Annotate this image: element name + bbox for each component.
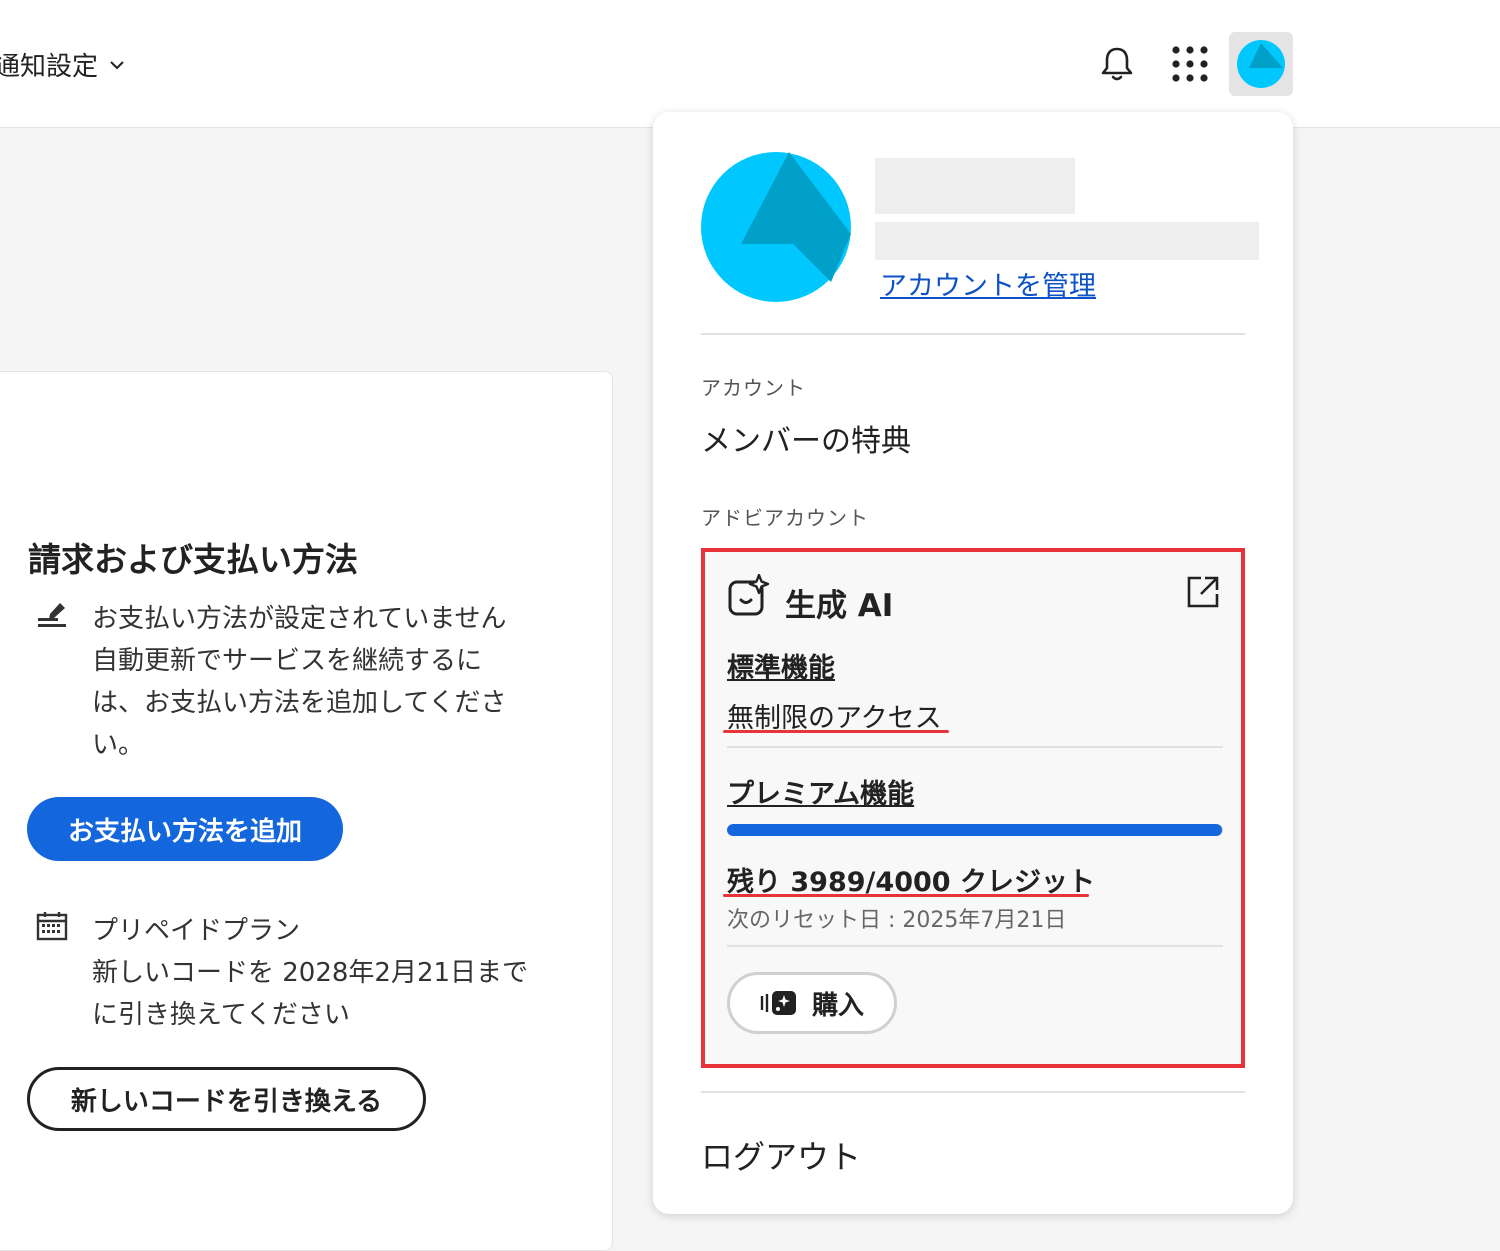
generative-ai-icon <box>728 574 770 616</box>
annotation-underline <box>723 894 1089 897</box>
redeem-code-button[interactable]: 新しいコードを引き換える <box>27 1067 426 1131</box>
profile-avatar-button[interactable] <box>1229 32 1293 96</box>
manage-account-link[interactable]: アカウントを管理 <box>880 264 1096 303</box>
generative-ai-title: 生成 AI <box>785 588 894 624</box>
annotation-underline <box>723 730 949 733</box>
notification-settings-label: 通知設定 <box>0 52 99 82</box>
top-bar: 通知設定 <box>0 0 1500 128</box>
user-email-placeholder <box>875 222 1259 260</box>
app-grid-icon[interactable] <box>1170 44 1210 84</box>
calendar-icon <box>36 912 68 941</box>
prepaid-line: に引き換えてください <box>92 1000 350 1030</box>
profile-avatar-large <box>701 152 851 302</box>
payment-line: 自動更新でサービスを継続するに <box>92 646 483 676</box>
prepaid-line: 新しいコードを 2028年2月21日まで <box>92 958 529 988</box>
logout-link[interactable]: ログアウト <box>701 1132 861 1178</box>
add-payment-method-button[interactable]: お支払い方法を追加 <box>27 797 343 861</box>
section-label-adobe-account: アドビアカウント <box>701 506 869 530</box>
notification-settings-dropdown[interactable]: 通知設定 <box>0 46 126 83</box>
credits-reset-date: 次のリセット日 : 2025年7月21日 <box>727 908 1067 933</box>
payment-line: い。 <box>92 730 145 760</box>
generative-ai-section: 生成 AI 標準機能 無制限のアクセス プレミアム機能 残り 3989/4000… <box>701 548 1245 1068</box>
credits-progress-fill <box>727 824 1222 836</box>
prepaid-line: プリペイドプラン <box>92 916 301 946</box>
chevron-down-icon <box>110 60 124 69</box>
avatar-icon <box>1237 40 1285 88</box>
buy-button-label: 購入 <box>811 990 864 1021</box>
user-name-placeholder <box>875 158 1075 214</box>
bell-icon[interactable] <box>1098 44 1136 84</box>
divider <box>727 746 1223 748</box>
prepaid-plan-text: プリペイドプラン 新しいコードを 2028年2月21日まで に引き換えてください <box>92 910 528 1036</box>
divider <box>701 1091 1245 1093</box>
divider <box>701 333 1245 335</box>
buy-credits-button[interactable]: 購入 <box>727 972 897 1034</box>
section-label-account: アカウント <box>701 376 806 400</box>
account-dropdown-panel: アカウントを管理 アカウント メンバーの特典 アドビアカウント 生成 AI 標準… <box>653 112 1293 1214</box>
credits-progress-bar <box>727 824 1223 836</box>
member-benefits-link[interactable]: メンバーの特典 <box>701 416 911 460</box>
payment-edit-icon <box>38 603 66 627</box>
payment-line: お支払い方法が設定されていません <box>92 604 507 634</box>
standard-features-heading: 標準機能 <box>727 653 835 684</box>
payment-status-text: お支払い方法が設定されていません 自動更新でサービスを継続するに は、お支払い方… <box>92 598 506 766</box>
premium-features-heading: プレミアム機能 <box>727 779 915 810</box>
payment-line: は、お支払い方法を追加してくださ <box>92 688 507 718</box>
billing-title: 請求および支払い方法 <box>28 540 358 579</box>
divider <box>727 945 1223 947</box>
credits-pack-icon <box>760 991 796 1015</box>
external-link-icon[interactable] <box>1185 574 1221 610</box>
